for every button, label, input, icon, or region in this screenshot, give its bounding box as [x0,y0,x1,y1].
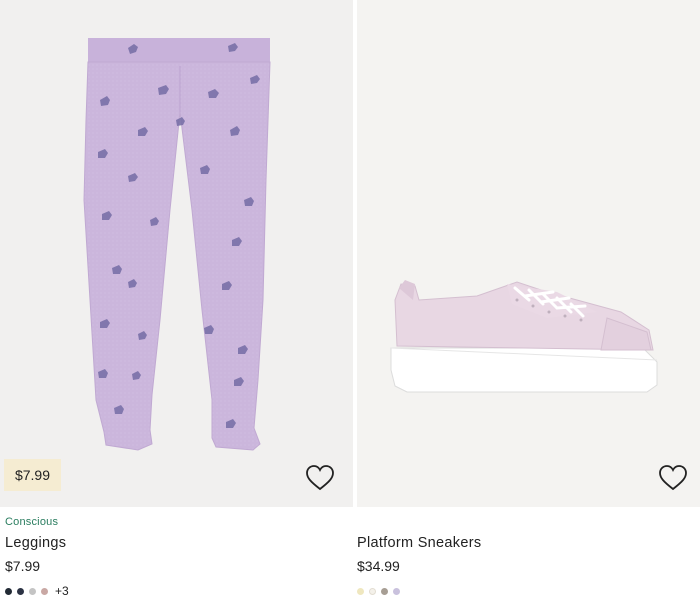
product-card-sneakers[interactable]: Platform Sneakers $34.99 [357,0,700,612]
color-swatches [357,586,700,596]
product-image-leggings[interactable]: $7.99 [0,0,353,507]
color-swatch[interactable] [369,587,376,595]
color-swatch[interactable] [381,587,388,595]
favorite-heart-icon[interactable] [305,464,335,492]
product-price: $7.99 [5,558,41,574]
product-card-leggings[interactable]: $7.99 Conscious Leggings $7.99 +3 [0,0,353,612]
price-badge: $7.99 [4,459,61,491]
color-swatches: +3 [5,584,353,598]
product-title[interactable]: Platform Sneakers [357,535,700,552]
more-colors-count[interactable]: +3 [55,584,69,598]
leggings-illustration [83,38,271,451]
product-title[interactable]: Leggings [5,535,353,552]
product-info-sneakers: Platform Sneakers $34.99 [357,535,700,596]
sneaker-illustration [390,280,658,393]
color-swatch[interactable] [5,587,12,595]
color-swatch[interactable] [29,587,36,595]
favorite-heart-icon[interactable] [658,464,688,492]
product-image-sneakers[interactable] [357,0,700,507]
color-swatch[interactable] [41,587,48,595]
product-price: $34.99 [357,558,400,574]
conscious-label: Conscious [5,516,59,528]
product-info-leggings: Conscious Leggings $7.99 +3 [5,515,353,598]
color-swatch[interactable] [17,587,24,595]
color-swatch[interactable] [393,587,400,595]
product-grid: $7.99 Conscious Leggings $7.99 +3 Platfo… [0,0,700,612]
color-swatch[interactable] [357,587,364,595]
